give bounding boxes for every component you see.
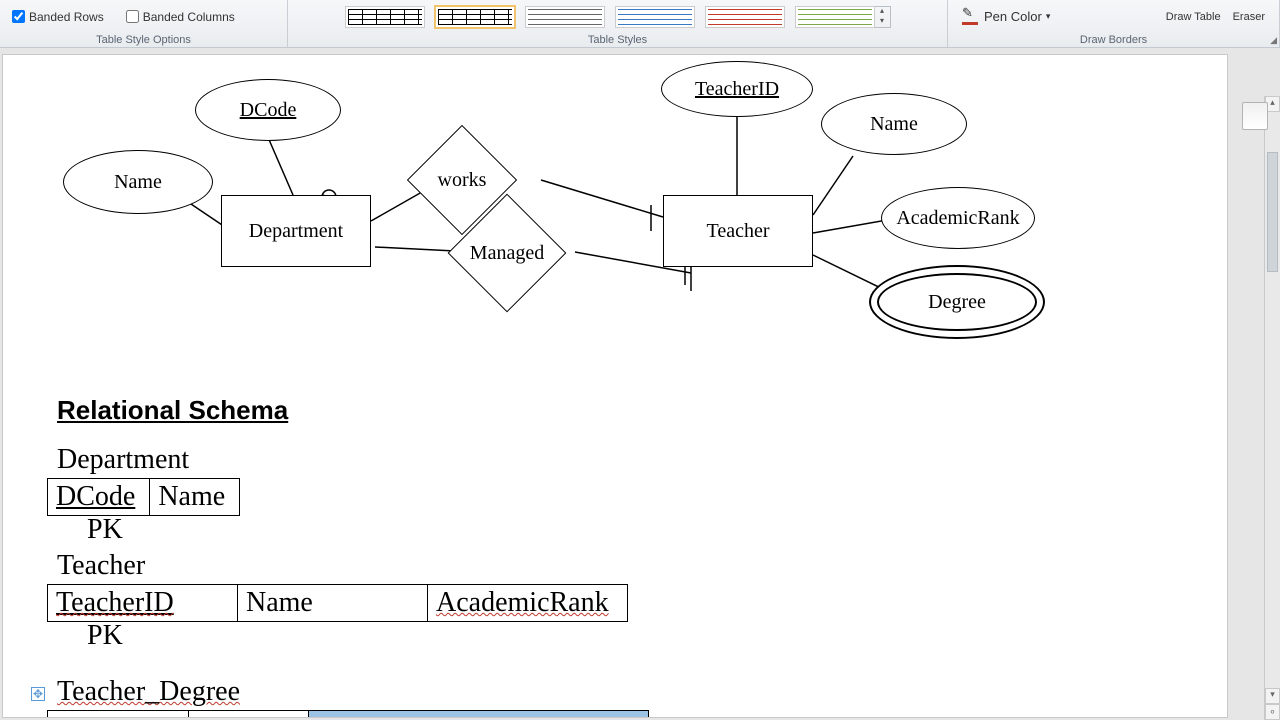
pk-label: PK — [87, 620, 649, 652]
schema-table-teacher-degree[interactable]: TeacherID Degree — [47, 710, 649, 718]
schema-tablename-teacher: Teacher — [57, 550, 649, 582]
schema-col: TeacherID — [48, 585, 238, 622]
scroll-down-button[interactable]: ▾ — [1265, 688, 1280, 704]
pen-color-label: Pen Color — [984, 9, 1042, 24]
schema-section: Relational Schema Department DCode Name … — [47, 385, 649, 718]
er-diagram: Name DCode Department works Managed Teac… — [3, 55, 1227, 385]
schema-col: AcademicRank — [428, 585, 628, 622]
eraser-button[interactable]: Eraser — [1227, 11, 1271, 23]
chevron-down-icon: ▾ — [875, 17, 890, 27]
scroll-track[interactable] — [1265, 112, 1280, 688]
pen-icon — [962, 9, 978, 25]
er-attribute-teacherid: TeacherID — [661, 61, 813, 117]
schema-title: Relational Schema — [57, 395, 649, 426]
er-entity-teacher: Teacher — [663, 195, 813, 267]
banded-columns-checkbox[interactable]: Banded Columns — [122, 7, 235, 26]
pen-color-button[interactable]: Pen Color ▾ — [956, 7, 1056, 27]
banded-rows-label: Banded Rows — [29, 10, 104, 24]
schema-table-department: DCode Name — [47, 478, 240, 516]
schema-tablename-department: Department — [57, 444, 649, 476]
document-area: Name DCode Department works Managed Teac… — [0, 48, 1280, 720]
schema-col-selected[interactable] — [308, 711, 648, 719]
banded-rows-checkbox[interactable]: Banded Rows — [8, 7, 104, 26]
er-attribute-academicrank: AcademicRank — [881, 187, 1035, 249]
chevron-up-icon: ▴ — [875, 7, 890, 17]
schema-col[interactable]: TeacherID — [48, 711, 189, 719]
document-page: Name DCode Department works Managed Teac… — [2, 54, 1228, 718]
table-style-swatch[interactable] — [525, 6, 605, 28]
browse-object-button[interactable]: ∘ — [1265, 704, 1280, 720]
pk-label: PK — [87, 514, 649, 546]
table-style-swatch-selected[interactable] — [435, 6, 515, 28]
er-attribute-dcode: DCode — [195, 79, 341, 141]
table-style-swatch[interactable] — [705, 6, 785, 28]
vertical-scrollbar[interactable]: ▴ ▾ ∘ — [1264, 96, 1280, 720]
scroll-thumb[interactable] — [1267, 152, 1278, 272]
dialog-launcher-icon[interactable]: ◢ — [1270, 35, 1277, 46]
gallery-expand-button[interactable]: ▴ ▾ — [875, 6, 891, 28]
ruler-toggle[interactable] — [1242, 102, 1268, 130]
er-relationship-managed: Managed — [465, 211, 549, 295]
schema-col: Name — [238, 585, 428, 622]
schema-tablename-teacher-degree: Teacher_Degree — [57, 676, 649, 708]
er-attribute-teacher-name: Name — [821, 93, 967, 155]
schema-col: DCode — [48, 479, 150, 516]
ribbon: Banded Rows Banded Columns Table Style O… — [0, 0, 1280, 48]
er-attribute-name: Name — [63, 150, 213, 214]
draw-table-button[interactable]: Draw Table — [1160, 11, 1227, 23]
schema-table-teacher: TeacherID Name AcademicRank — [47, 584, 628, 622]
ribbon-group-label-options: Table Style Options — [0, 33, 287, 47]
table-style-swatch[interactable] — [615, 6, 695, 28]
table-style-swatch[interactable] — [795, 6, 875, 28]
er-entity-department: Department — [221, 195, 371, 267]
chevron-down-icon: ▾ — [1046, 11, 1051, 22]
table-move-handle-icon[interactable]: ✥ — [31, 687, 45, 701]
ribbon-group-label-borders: Draw Borders — [948, 33, 1279, 47]
er-relationship-works: works — [423, 141, 501, 219]
schema-col: Name — [150, 479, 240, 516]
table-style-swatch[interactable] — [345, 6, 425, 28]
ribbon-group-label-styles: Table Styles — [288, 33, 947, 47]
er-attribute-degree: Degree — [869, 265, 1045, 339]
banded-columns-label: Banded Columns — [143, 10, 235, 24]
schema-col[interactable]: Degree — [188, 711, 308, 719]
